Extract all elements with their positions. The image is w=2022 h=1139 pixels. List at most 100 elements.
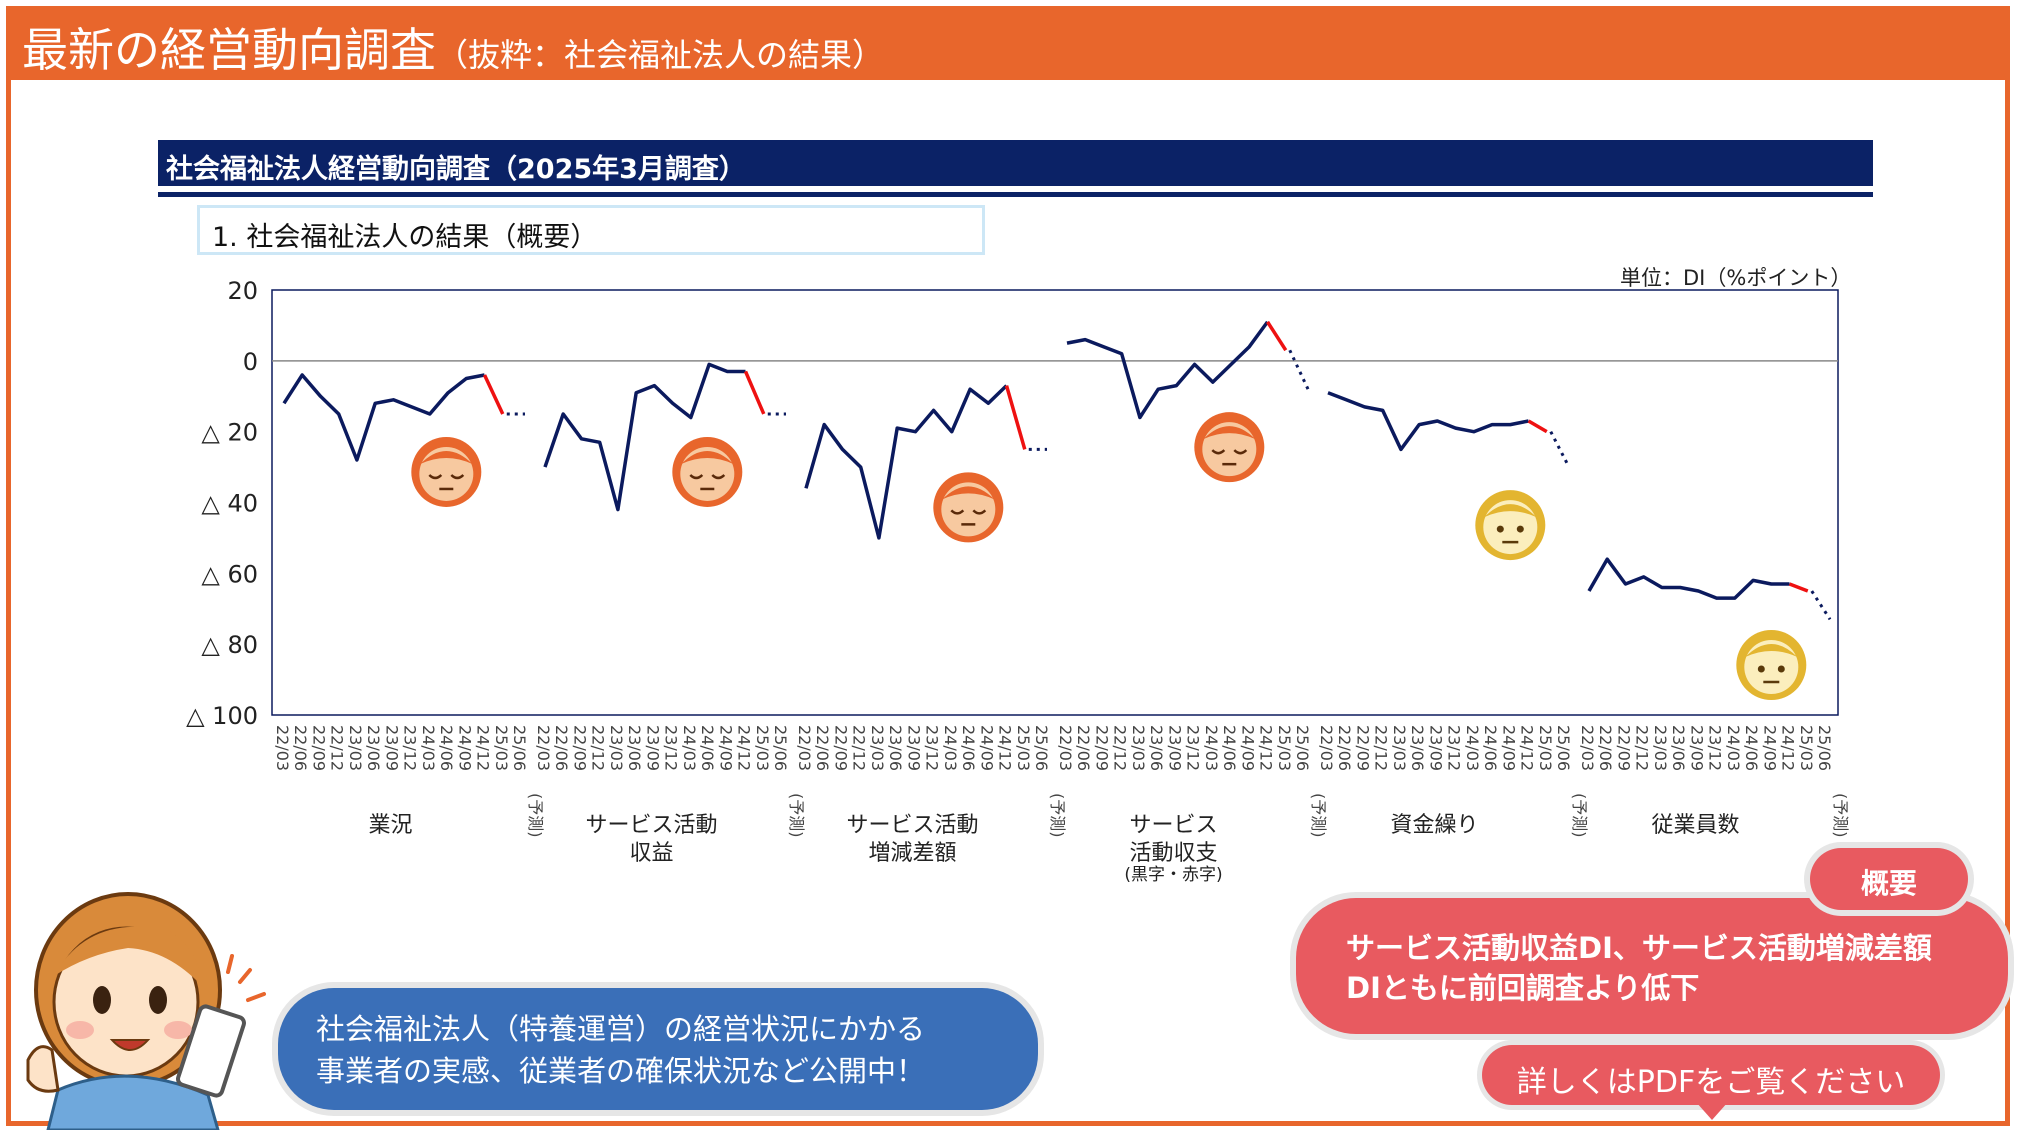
- x-tick-label: 23/12: [923, 725, 942, 771]
- forecast-label: (予測): [1309, 793, 1328, 838]
- series-line-latest: [1788, 582, 1809, 593]
- x-tick-label: 22/09: [570, 725, 589, 771]
- info-callout-line-2: 事業者の実感、従業者の確保状況など公開中！: [316, 1054, 926, 1088]
- x-tick-label: 24/12: [1257, 725, 1276, 771]
- x-tick-label: 23/12: [662, 725, 681, 771]
- pdf-details-button-label: 詳しくはPDFをご覧ください: [1516, 1065, 1906, 1100]
- y-tick-label: △ 100: [186, 702, 258, 730]
- x-tick-label: 24/12: [1779, 725, 1798, 771]
- x-tick-label: 25/06: [1554, 725, 1573, 771]
- neutral-face-icon: [1736, 630, 1807, 700]
- x-tick-label: 22/12: [328, 725, 347, 771]
- neutral-face-icon: [1475, 490, 1546, 561]
- x-tick-label: 24/12: [996, 725, 1015, 771]
- info-callout-text: 社会福祉法人（特養運営）の経営状況にかかる 事業者の実感、従業者の確保状況など公…: [316, 1008, 925, 1092]
- x-tick-label: 24/03: [941, 725, 960, 771]
- x-tick-label: 24/06: [437, 725, 456, 771]
- x-tick-label: 24/09: [455, 725, 474, 771]
- x-tick-label: 23/12: [1184, 725, 1203, 771]
- panel-label: 活動収支: [1129, 841, 1217, 866]
- info-callout: 社会福祉法人（特養運営）の経営状況にかかる 事業者の実感、従業者の確保状況など公…: [278, 988, 1038, 1110]
- panel-label: 資金繰り: [1390, 813, 1478, 838]
- x-tick-label: 24/09: [977, 725, 996, 771]
- x-tick-label: 23/09: [382, 725, 401, 771]
- forecast-label: (予測): [1831, 793, 1850, 838]
- x-tick-label: 23/03: [1651, 725, 1670, 771]
- series-line-forecast: [1288, 349, 1310, 390]
- x-tick-label: 23/12: [401, 725, 420, 771]
- series-line-latest: [1527, 419, 1548, 434]
- plot-frame: [271, 289, 1839, 716]
- face-eye: [1777, 665, 1785, 673]
- panel-label: 従業員数: [1651, 813, 1739, 838]
- slide: 最新の経営動向調査（抜粋：社会福祉法人の結果） 社会福祉法人経営動向調査（202…: [0, 0, 2022, 1139]
- y-tick-label: △ 40: [201, 490, 258, 518]
- x-tick-label: 24/06: [1220, 725, 1239, 771]
- x-tick-label: 22/12: [589, 725, 608, 771]
- x-tick-label: 24/06: [1742, 725, 1761, 771]
- x-tick-label: 24/12: [735, 725, 754, 771]
- x-tick-label: 24/03: [419, 725, 438, 771]
- x-tick-label: 22/09: [1092, 725, 1111, 771]
- face-eye: [1516, 525, 1524, 533]
- x-tick-label: 22/06: [291, 725, 310, 771]
- y-tick-label: △ 20: [201, 419, 258, 447]
- x-tick-label: 23/09: [1426, 725, 1445, 771]
- x-tick-label: 25/06: [1032, 725, 1051, 771]
- x-tick-label: 24/12: [474, 725, 493, 771]
- x-tick-label: 23/09: [643, 725, 662, 771]
- x-tick-label: 22/06: [552, 725, 571, 771]
- x-tick-label: 24/12: [1518, 725, 1537, 771]
- x-tick-label: 22/03: [1317, 725, 1336, 771]
- pdf-details-button[interactable]: 詳しくはPDFをご覧ください: [1482, 1045, 1940, 1105]
- forecast-label: (予測): [526, 793, 545, 838]
- panel-3: 22/03 22/06 22/09 22/12 23/03 23/06 23/09 23/12…: [795, 384, 1067, 866]
- mascot-illustration: [26, 892, 266, 1130]
- panel-label: サービス: [1129, 813, 1217, 838]
- x-tick-label: 22/06: [1074, 725, 1093, 771]
- forecast-label: (予測): [1570, 793, 1589, 838]
- x-tick-label: 23/03: [1129, 725, 1148, 771]
- x-tick-label: 23/06: [1408, 725, 1427, 771]
- x-tick-label: 22/12: [1372, 725, 1391, 771]
- x-tick-label: 25/03: [1797, 725, 1816, 771]
- x-tick-label: 25/06: [510, 725, 529, 771]
- x-tick-label: 22/09: [309, 725, 328, 771]
- series-line-latest: [743, 370, 766, 415]
- x-tick-label: 23/12: [1706, 725, 1725, 771]
- x-tick-label: 22/03: [273, 725, 292, 771]
- pdf-button-pointer: [1696, 1102, 1728, 1120]
- x-tick-label: 25/06: [1293, 725, 1312, 771]
- x-tick-label: 22/09: [831, 725, 850, 771]
- summary-tag: 概要: [1810, 848, 1968, 910]
- y-tick-label: 0: [243, 348, 258, 376]
- x-tick-label: 22/12: [1111, 725, 1130, 771]
- summary-callout-text: サービス活動収益DI、サービス活動増減差額 DIともに前回調査より低下: [1346, 928, 1932, 1008]
- x-tick-label: 23/06: [364, 725, 383, 771]
- x-tick-label: 22/06: [1335, 725, 1354, 771]
- series-line-actual: [1587, 557, 1790, 600]
- x-tick-label: 24/03: [1463, 725, 1482, 771]
- series-line-latest: [1266, 320, 1288, 352]
- panel-label: 増減差額: [868, 841, 956, 866]
- series-line-forecast: [1549, 430, 1571, 468]
- x-tick-label: 23/09: [1165, 725, 1184, 771]
- series-line-actual: [1327, 391, 1529, 452]
- series-line-latest: [482, 374, 505, 415]
- x-tick-label: 24/06: [959, 725, 978, 771]
- summary-callout-line-2: DIともに前回調査より低下: [1346, 971, 1700, 1005]
- y-tick-label: △ 60: [201, 560, 258, 588]
- x-tick-label: 25/03: [1014, 725, 1033, 771]
- x-tick-label: 23/03: [346, 725, 365, 771]
- face-eye: [1757, 665, 1765, 673]
- x-tick-label: 22/03: [1056, 725, 1075, 771]
- panel-2: 22/03 22/06 22/09 22/12 23/03 23/06 23/09 23/12…: [534, 362, 806, 866]
- x-tick-label: 24/09: [1499, 725, 1518, 771]
- x-tick-label: 23/12: [1445, 725, 1464, 771]
- x-tick-label: 23/09: [1687, 725, 1706, 771]
- forecast-label: (予測): [1048, 793, 1067, 838]
- x-tick-label: 25/03: [753, 725, 772, 771]
- x-tick-label: 22/06: [1596, 725, 1615, 771]
- x-tick-label: 24/03: [680, 725, 699, 771]
- sleepy-face-icon: [672, 436, 743, 507]
